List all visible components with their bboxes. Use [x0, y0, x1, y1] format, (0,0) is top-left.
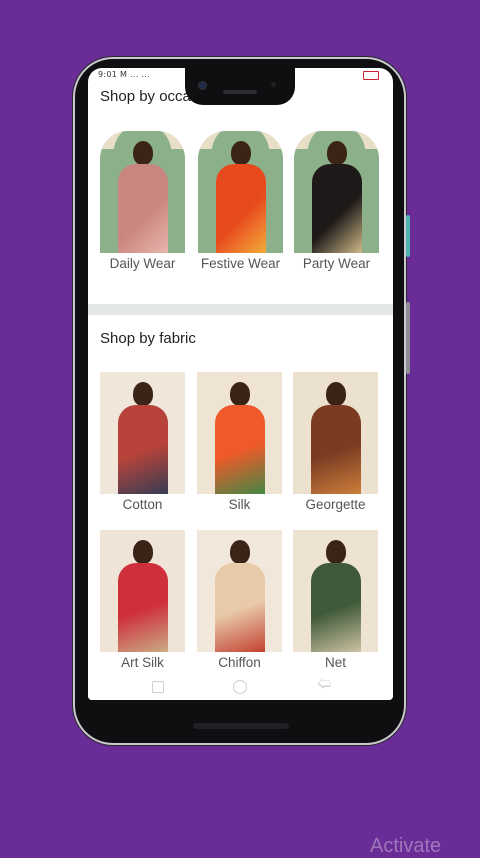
section-divider: [88, 304, 393, 315]
fabric-image: [100, 372, 185, 494]
fabric-label: Silk: [228, 497, 251, 512]
fabric-label: Art Silk: [121, 655, 164, 670]
status-time: 9:01 M ... ...: [98, 70, 150, 79]
camera-notch: [185, 68, 295, 105]
occasion-image: [100, 131, 185, 253]
phone-volume-button: [406, 302, 410, 374]
occasion-image: [198, 131, 283, 253]
fabric-image: [197, 530, 282, 652]
fabric-image: [293, 372, 378, 494]
fabric-card-chiffon[interactable]: Chiffon: [197, 530, 282, 670]
fabric-image: [293, 530, 378, 652]
fabric-card-cotton[interactable]: Cotton: [100, 372, 185, 512]
fabric-card-net[interactable]: Net: [293, 530, 378, 670]
fabric-card-georgette[interactable]: Georgette: [293, 372, 378, 512]
fabric-label: Cotton: [122, 497, 163, 512]
android-nav-bar: 🢨: [88, 672, 393, 700]
fabric-label: Net: [324, 655, 346, 670]
occasion-card-festive-wear[interactable]: Festive Wear: [198, 131, 283, 271]
occasion-card-party-wear[interactable]: Party Wear: [294, 131, 379, 271]
occasion-label: Daily Wear: [109, 256, 176, 271]
recents-icon[interactable]: [152, 681, 164, 693]
fabric-image: [100, 530, 185, 652]
app-screen: 9:01 M ... ... Shop by occasion Daily We…: [88, 68, 393, 700]
fabric-card-silk[interactable]: Silk: [197, 372, 282, 512]
activate-watermark: Activate: [370, 835, 442, 857]
fabric-section-title: Shop by fabric: [100, 330, 196, 347]
earpiece-speaker: [223, 90, 257, 94]
occasion-card-daily-wear[interactable]: Daily Wear: [100, 131, 185, 271]
fabric-card-art-silk[interactable]: Art Silk: [100, 530, 185, 670]
occasion-label: Party Wear: [302, 256, 371, 271]
phone-side-button: [406, 215, 410, 257]
fabric-image: [197, 372, 282, 494]
sensor-dot: [271, 82, 276, 87]
home-icon[interactable]: [233, 680, 247, 694]
occasion-label: Festive Wear: [200, 256, 281, 271]
occasion-image: [294, 131, 379, 253]
fabric-label: Georgette: [305, 497, 366, 512]
fabric-label: Chiffon: [218, 655, 261, 670]
front-camera-icon: [199, 82, 206, 89]
battery-icon: [363, 71, 379, 80]
bottom-speaker-grill: [193, 723, 289, 729]
